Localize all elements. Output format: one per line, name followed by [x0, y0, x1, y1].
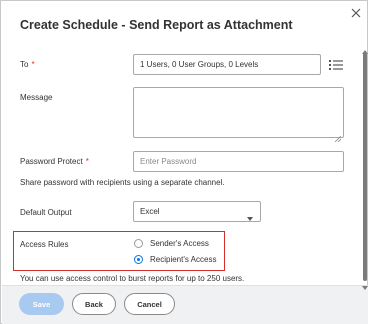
message-label: Message: [20, 93, 53, 102]
close-icon[interactable]: [350, 7, 362, 19]
password-label-text: Password Protect: [20, 157, 83, 166]
password-label: Password Protect *: [20, 157, 89, 166]
password-placeholder: Enter Password: [140, 157, 197, 166]
create-schedule-dialog: Create Schedule - Send Report as Attachm…: [0, 0, 368, 324]
back-button[interactable]: Back: [72, 293, 116, 315]
radio-senders-access[interactable]: [134, 239, 143, 248]
dialog-title: Create Schedule - Send Report as Attachm…: [20, 18, 293, 32]
password-hint: Share password with recipients using a s…: [20, 178, 225, 187]
message-textarea[interactable]: [133, 87, 344, 143]
access-rules-label: Access Rules: [20, 240, 69, 249]
radio-label-senders-access: Sender's Access: [150, 239, 209, 248]
radio-recipients-access[interactable]: [134, 255, 143, 264]
scrollbar-thumb[interactable]: [363, 53, 367, 281]
scroll-down-icon[interactable]: [362, 277, 368, 290]
required-mark: *: [31, 60, 35, 69]
default-output-value: Excel: [140, 207, 160, 216]
save-button[interactable]: Save: [19, 293, 64, 315]
to-label: To *: [20, 60, 35, 69]
to-label-text: To: [20, 60, 29, 69]
chevron-down-icon[interactable]: [247, 209, 253, 221]
to-recipients-field[interactable]: 1 Users, 0 User Groups, 0 Levels: [133, 54, 321, 75]
scroll-up-icon[interactable]: [362, 41, 368, 54]
access-rules-hint: You can use access control to burst repo…: [20, 274, 245, 283]
default-output-select[interactable]: Excel: [133, 201, 261, 222]
default-output-label: Default Output: [20, 208, 72, 217]
to-recipients-value: 1 Users, 0 User Groups, 0 Levels: [140, 60, 259, 69]
password-input[interactable]: Enter Password: [133, 151, 344, 172]
list-icon[interactable]: [329, 58, 343, 70]
access-rules-highlight: [13, 231, 225, 271]
radio-label-recipients-access: Recipient's Access: [150, 255, 217, 264]
cancel-button[interactable]: Cancel: [124, 293, 175, 315]
resize-grip-icon[interactable]: [334, 129, 342, 143]
required-mark: *: [85, 157, 89, 166]
